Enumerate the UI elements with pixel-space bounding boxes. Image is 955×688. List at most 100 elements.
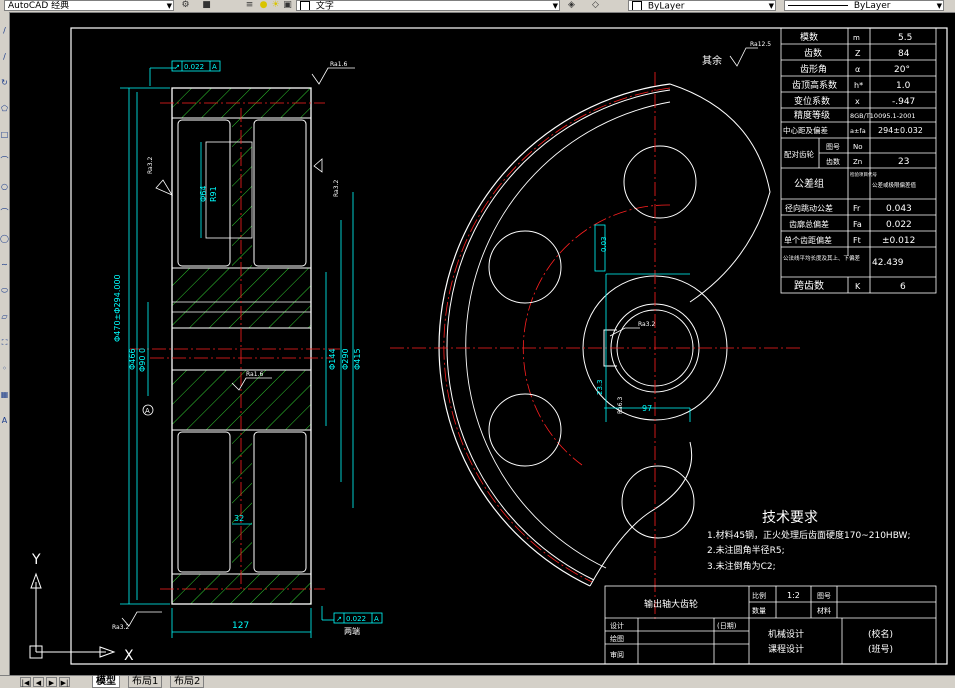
param-label: 径向跳动公差 bbox=[785, 203, 833, 213]
polyline-icon[interactable]: ↻ bbox=[0, 78, 9, 87]
drawing-canvas[interactable]: Φ470±Φ294.000 Φ466 Φ90 0 Φ144 Φ290 Φ415 … bbox=[10, 12, 955, 675]
workspace-dropdown[interactable]: AutoCAD 经典 ▼ bbox=[4, 0, 174, 11]
point-icon[interactable]: ◦ bbox=[0, 364, 9, 373]
chevron-down-icon: ▼ bbox=[166, 2, 172, 10]
param-value: 1.0 bbox=[896, 81, 911, 91]
color-value: ByLayer bbox=[647, 1, 685, 11]
ellipse-arc-icon[interactable]: ⬭ bbox=[0, 286, 9, 295]
dim-key: 23.3 bbox=[596, 379, 604, 395]
param-label: 齿数 bbox=[804, 47, 822, 59]
qty-label: 数量 bbox=[752, 606, 766, 615]
rough-hub: Ra1.6 bbox=[246, 371, 263, 378]
text-tool-icon[interactable]: A bbox=[0, 416, 9, 425]
param-symbol: 图号 bbox=[826, 143, 840, 151]
param-label: 公差组 bbox=[794, 177, 824, 190]
date-label: (日期) bbox=[717, 622, 737, 630]
param-label: 跨齿数 bbox=[794, 279, 824, 292]
linetype-sample bbox=[788, 5, 848, 6]
layer-color-swatch bbox=[300, 1, 310, 10]
hatch-icon[interactable]: ⛶ bbox=[0, 338, 9, 347]
last-tab-button[interactable]: ▶| bbox=[59, 677, 70, 687]
param-symbol: Fr bbox=[853, 204, 861, 213]
tab-model[interactable]: 模型 bbox=[92, 676, 120, 688]
arc-icon[interactable]: ⌒ bbox=[0, 156, 9, 165]
layer-manager-icon[interactable]: ≡ bbox=[244, 0, 255, 11]
rough-keyway: Ra3.2 bbox=[638, 321, 655, 328]
layer-bulb-icon[interactable]: ● bbox=[258, 0, 269, 11]
hatch-web-top bbox=[232, 118, 252, 268]
param-label: 公法线平均长度及其上、下偏差 bbox=[783, 254, 861, 262]
ellipse-icon[interactable]: ◯ bbox=[0, 234, 9, 243]
course-line-1: 机械设计 bbox=[768, 628, 804, 640]
param-symbol: Ft bbox=[853, 236, 861, 245]
section-view: Φ470±Φ294.000 Φ466 Φ90 0 Φ144 Φ290 Φ415 … bbox=[112, 60, 383, 638]
tab-layout-2[interactable]: 布局2 bbox=[170, 676, 205, 688]
param-symbol: Fa bbox=[853, 220, 862, 229]
ucs-icon bbox=[29, 572, 116, 659]
workspace-settings-icon[interactable]: ⚙ bbox=[180, 0, 191, 11]
param-value: 42.439 bbox=[872, 258, 904, 268]
course-line-2: 课程设计 bbox=[768, 643, 804, 655]
hatch-web-bottom bbox=[232, 430, 252, 574]
construction-line-icon[interactable]: ∕ bbox=[0, 52, 9, 61]
param-label: 齿顶高系数 bbox=[792, 79, 837, 91]
workspace-save-icon[interactable]: ■ bbox=[201, 0, 212, 11]
drawing-no-label: 图号 bbox=[817, 592, 831, 600]
both-ends-label: 两端 bbox=[344, 626, 360, 636]
rough-top: Ra1.6 bbox=[330, 61, 347, 68]
param-label: 中心距及偏差 bbox=[783, 125, 828, 135]
runout-icon: ↗ bbox=[174, 63, 180, 71]
layer-sun-icon[interactable]: ☀ bbox=[270, 0, 281, 11]
rectangle-icon[interactable]: □ bbox=[0, 130, 9, 139]
params-text: 模数 m 5.5 齿数 Z 84 齿形角 α 20° 齿顶高系数 h* 1.0 … bbox=[783, 31, 923, 292]
rough-side1: Ra3.2 bbox=[333, 180, 340, 197]
title-block-text: 输出轴大齿轮 比例 1:2 图号 数量 材料 设计 绘图 审阅 (日期) 机械设… bbox=[610, 591, 893, 659]
dim-97: 97 bbox=[642, 404, 652, 413]
part-name: 输出轴大齿轮 bbox=[644, 598, 698, 610]
prev-tab-button[interactable]: ◀ bbox=[33, 677, 44, 687]
dim-hub-len: 32 bbox=[234, 514, 244, 523]
rough-remaining-value: Ra12.5 bbox=[750, 41, 771, 48]
layer-lock-icon[interactable]: ▣ bbox=[282, 0, 293, 11]
line-tool-icon[interactable]: / bbox=[0, 26, 9, 35]
chevron-down-icon: ▼ bbox=[936, 2, 942, 10]
revision-cloud-icon[interactable]: ⌒ bbox=[0, 208, 9, 217]
rough-bottom: Ra3.2 bbox=[112, 624, 129, 631]
ucs-x-label: X bbox=[124, 648, 134, 664]
layer-name: 文字 bbox=[315, 1, 334, 11]
color-control-dropdown[interactable]: ByLayer ▼ bbox=[628, 0, 776, 11]
param-label: 配对齿轮 bbox=[784, 149, 814, 159]
dim-web-pos: R91 bbox=[209, 186, 218, 202]
make-current-layer-icon[interactable]: ◈ bbox=[566, 0, 577, 11]
param-label: 单个齿距偏差 bbox=[784, 235, 832, 245]
scale-label: 比例 bbox=[752, 591, 766, 600]
circle-icon[interactable]: ○ bbox=[0, 182, 9, 191]
color-swatch bbox=[632, 1, 642, 10]
param-value: 294±0.032 bbox=[878, 126, 923, 135]
spline-icon[interactable]: ∼ bbox=[0, 260, 9, 269]
tolerance-bottom-value: 0.022 bbox=[346, 615, 366, 623]
scale-value: 1:2 bbox=[787, 591, 800, 600]
table-icon[interactable]: ▦ bbox=[0, 390, 9, 399]
next-tab-button[interactable]: ▶ bbox=[46, 677, 57, 687]
draw-toolbar: / ∕ ↻ ⬠ □ ⌒ ○ ⌒ ◯ ∼ ⬭ ▱ ⛶ ◦ ▦ A bbox=[0, 12, 10, 675]
tech-title: 技术要求 bbox=[762, 510, 818, 526]
param-symbol: m bbox=[853, 34, 860, 42]
insert-block-icon[interactable]: ▱ bbox=[0, 312, 9, 321]
linetype-control-dropdown[interactable]: ByLayer ▼ bbox=[784, 0, 944, 11]
param-value: 84 bbox=[898, 49, 910, 59]
param-symbol: Z bbox=[855, 49, 861, 58]
param-symbol: Zn bbox=[853, 158, 862, 166]
first-tab-button[interactable]: |◀ bbox=[20, 677, 31, 687]
param-value: 23 bbox=[898, 157, 909, 167]
dim-od: Φ470±Φ294.000 bbox=[113, 274, 122, 342]
layer-dropdown[interactable]: 文字 ▼ bbox=[296, 0, 560, 11]
design-label: 设计 bbox=[610, 621, 624, 630]
param-symbol: h* bbox=[854, 81, 863, 90]
param-value: 5.5 bbox=[898, 33, 912, 43]
param-symbol: α bbox=[855, 65, 860, 74]
layer-previous-icon[interactable]: ◇ bbox=[590, 0, 601, 11]
polygon-icon[interactable]: ⬠ bbox=[0, 104, 9, 113]
dim-144: Φ144 bbox=[328, 348, 337, 370]
tab-layout-1[interactable]: 布局1 bbox=[128, 676, 163, 688]
